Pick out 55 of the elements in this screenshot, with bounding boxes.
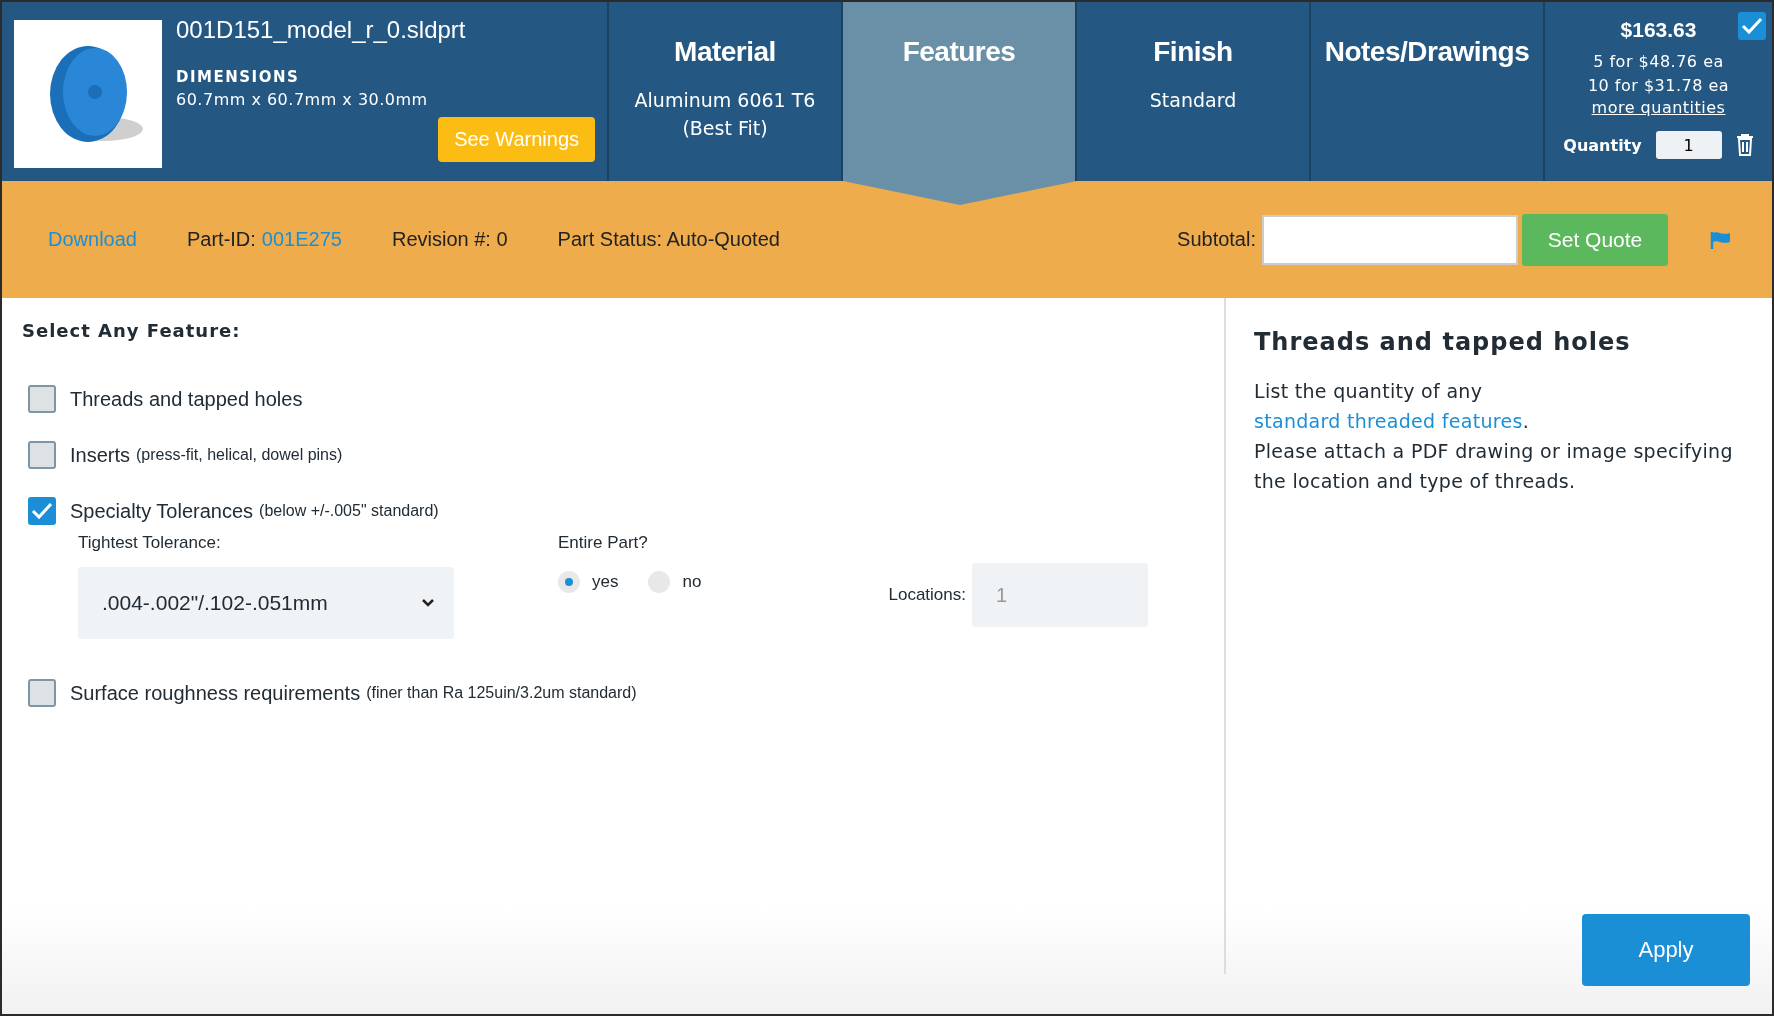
section-title: Select Any Feature:	[22, 320, 242, 341]
help-text: List the quantity of any standard threaded features.	[1254, 379, 1531, 434]
tab-title: Features	[902, 36, 1016, 68]
flag-icon[interactable]	[1710, 230, 1732, 249]
feature-label: Threads and tapped holes	[70, 387, 303, 411]
dimensions-label: DIMENSIONS	[176, 68, 301, 86]
tolerance-dropdown[interactable]: .004-.002"/.102-.051mm	[78, 567, 454, 639]
feature-label: Inserts	[70, 443, 131, 467]
apply-button[interactable]: Apply	[1582, 914, 1750, 986]
feature-hint: (press-fit, helical, dowel pins)	[136, 446, 343, 464]
subtotal-field[interactable]	[1262, 214, 1518, 265]
quantity-price-text: 10 for $31.78 ea	[1587, 75, 1730, 97]
tab-value: Aluminum 6061 T6 (Best Fit)	[634, 88, 816, 141]
trash-icon[interactable]	[1735, 134, 1754, 156]
download-link[interactable]: Download	[48, 228, 137, 251]
set-quote-button[interactable]: Set Quote	[1522, 213, 1668, 266]
checkbox[interactable]	[28, 679, 56, 707]
checkbox[interactable]	[1738, 12, 1766, 40]
help-title: Threads and tapped holes	[1254, 328, 1632, 356]
locations-label: Locations:	[888, 585, 966, 605]
feature-label: Specialty Tolerances	[70, 499, 254, 523]
revision-text: Revision #: 0	[391, 228, 508, 251]
feature-label: Surface roughness requirements	[70, 681, 361, 705]
part-id-label: Part-ID:	[186, 228, 256, 251]
part-id-link[interactable]: 001E275	[261, 228, 342, 251]
locations-field[interactable]: 1	[972, 563, 1148, 627]
tab-value: Standard	[1149, 88, 1237, 113]
feature-hint: (below +/-.005" standard)	[259, 502, 439, 520]
price: $163.63	[1620, 18, 1697, 42]
help-note: Please attach a PDF drawing or image specifying the location and type of threads.	[1254, 439, 1734, 494]
radio-button[interactable]	[558, 571, 580, 593]
checkbox[interactable]	[28, 441, 56, 469]
quantity-price-text: 5 for $48.76 ea	[1593, 51, 1724, 73]
dimensions-value: 60.7mm x 60.7mm x 30.0mm	[176, 90, 429, 109]
quantity-field[interactable]: 1	[1655, 131, 1722, 159]
radio-label: no	[682, 572, 702, 592]
entire-part-label: Entire Part?	[558, 533, 649, 553]
tab-title: Notes/Drawings	[1324, 36, 1530, 68]
more-quantities-link[interactable]: more quantities	[1591, 98, 1726, 117]
dropdown-value: .004-.002"/.102-.051mm	[102, 591, 328, 615]
dropdown-caret-icon	[422, 599, 434, 607]
tab-title: Material	[674, 36, 776, 68]
feature-hint: (finer than Ra 125uin/3.2um standard)	[366, 684, 637, 702]
checkbox[interactable]	[28, 497, 56, 525]
part-status-text: Part Status: Auto-Quoted	[557, 228, 780, 251]
tolerance-label: Tightest Tolerance:	[78, 533, 222, 553]
standard-threaded-features-link[interactable]: standard threaded features	[1254, 410, 1523, 432]
tab-title: Finish	[1153, 36, 1233, 68]
checkmark-icon	[1741, 17, 1763, 35]
checkmark-icon	[31, 502, 53, 520]
radio-label: yes	[592, 572, 619, 592]
checkbox[interactable]	[28, 385, 56, 413]
subtotal-label: Subtotal:	[1177, 228, 1256, 251]
file-name: 001D151_model_r_0.sldprt	[176, 16, 467, 44]
quantity-label: Quantity	[1563, 135, 1642, 155]
